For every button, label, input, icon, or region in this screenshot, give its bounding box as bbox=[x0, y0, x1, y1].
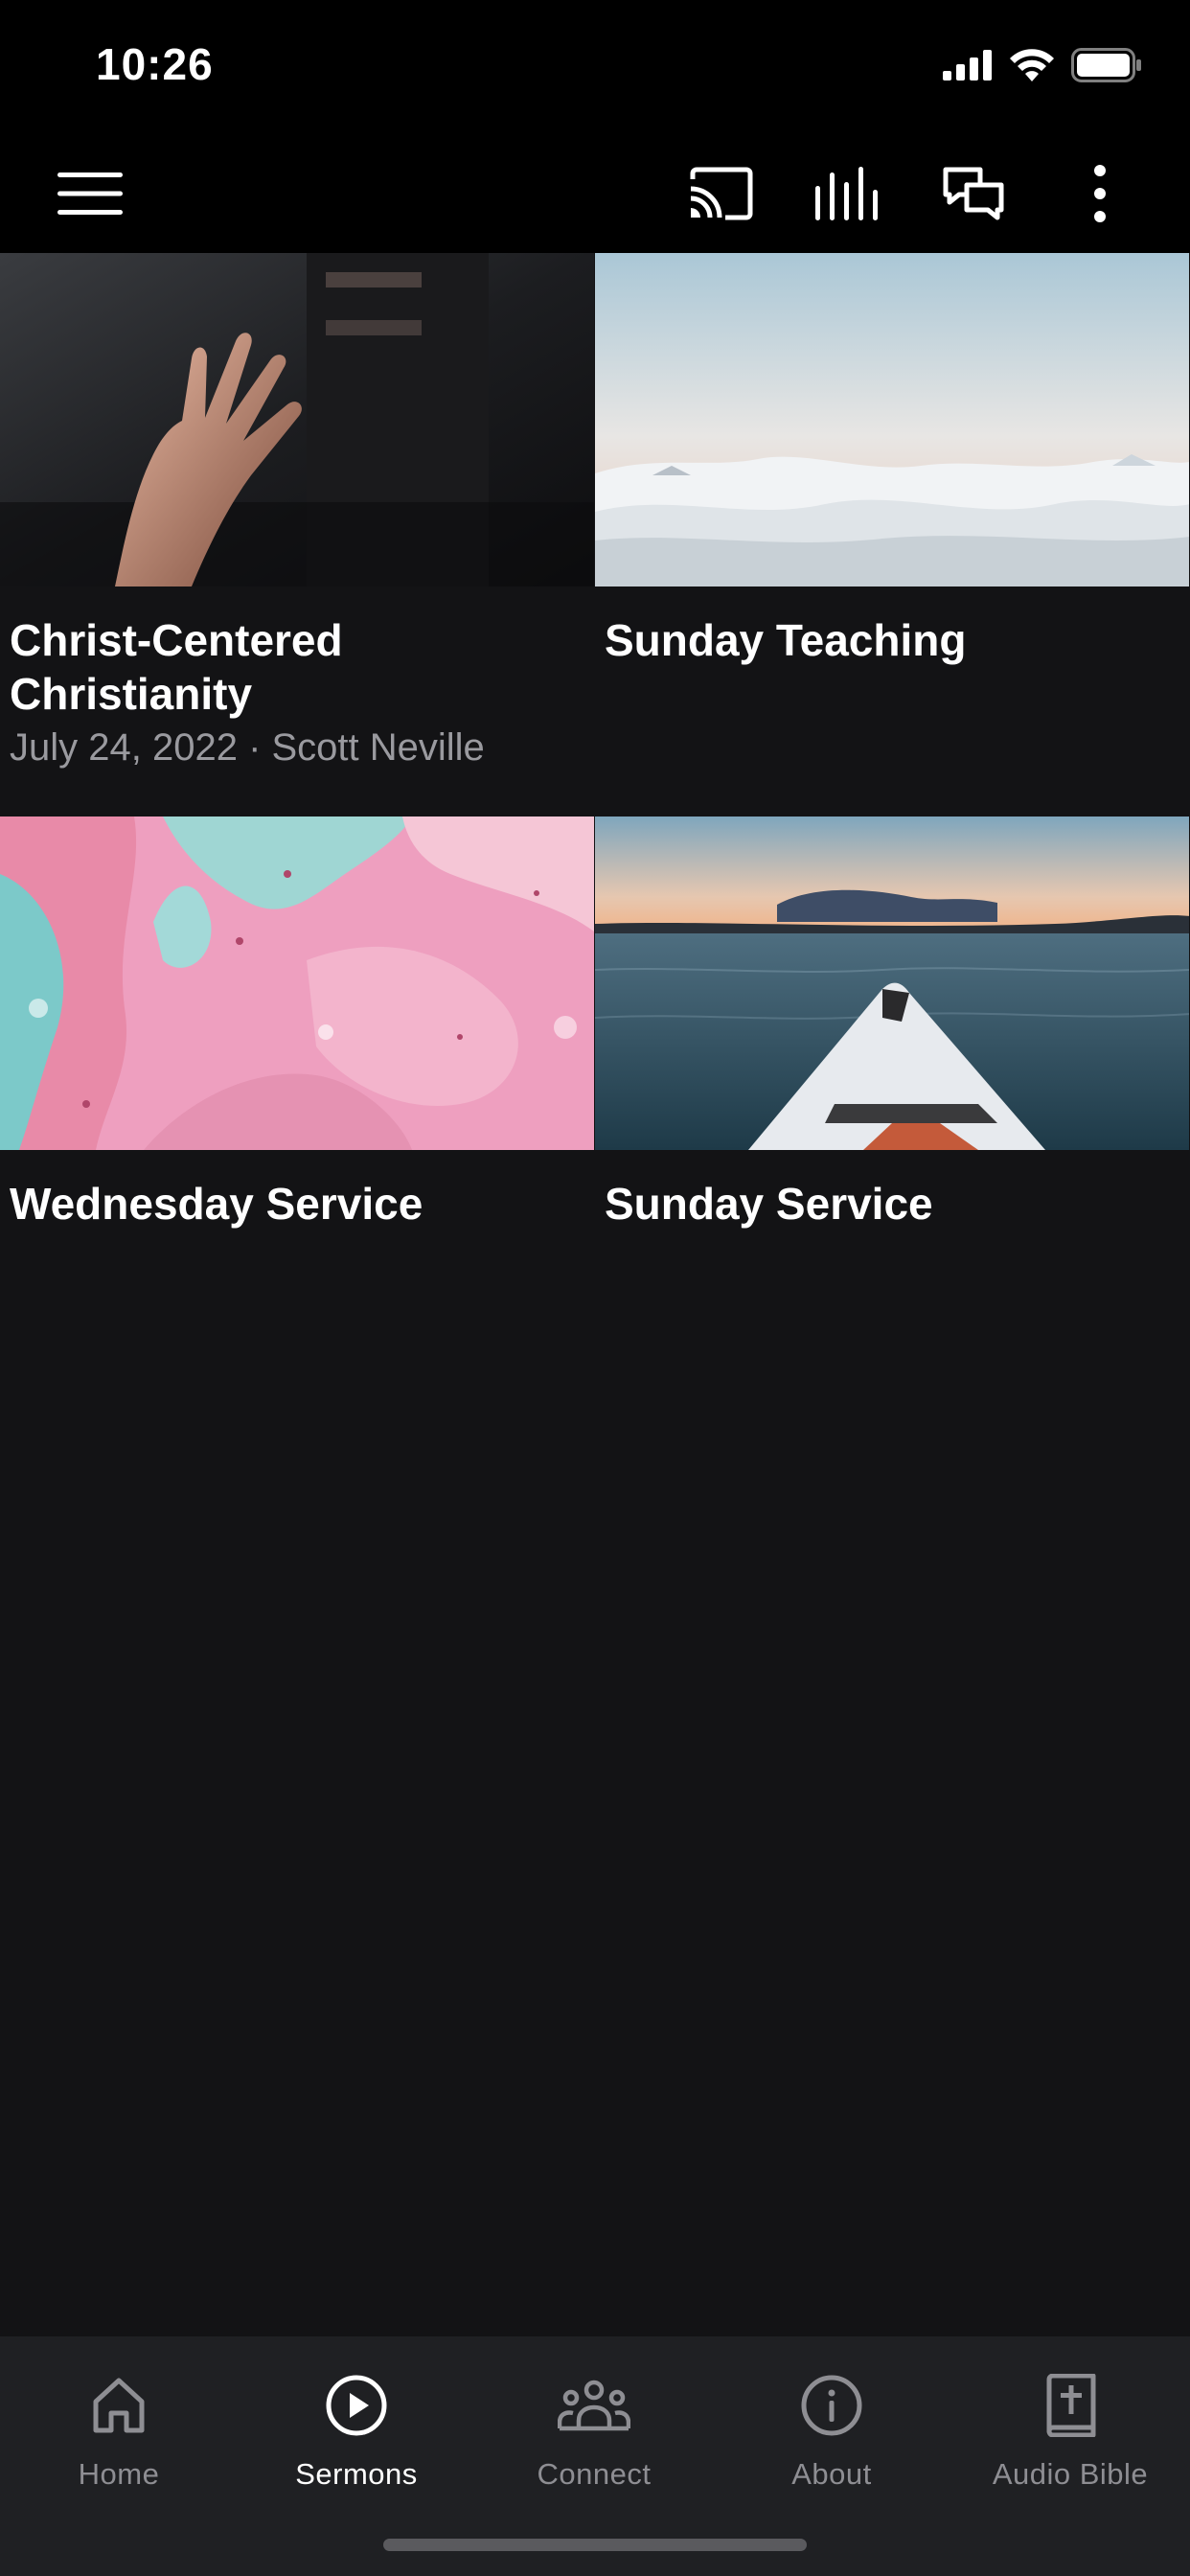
status-icons bbox=[943, 48, 1142, 87]
cellular-signal-icon bbox=[943, 50, 993, 85]
sermon-title: Wednesday Service bbox=[10, 1179, 423, 1229]
home-indicator[interactable] bbox=[383, 2539, 807, 2551]
bible-icon bbox=[1032, 2367, 1109, 2444]
sermon-card[interactable]: Wednesday Service bbox=[0, 816, 594, 1230]
pink-fluid-art-photo bbox=[0, 816, 594, 1150]
sermon-title: Christ-Centered Christianity bbox=[10, 615, 343, 719]
nav-item-home[interactable]: Home bbox=[0, 2356, 238, 2499]
nav-label: Connect bbox=[537, 2457, 652, 2491]
nav-item-sermons[interactable]: Sermons bbox=[238, 2356, 475, 2499]
clouds-photo bbox=[595, 253, 1189, 586]
people-icon bbox=[556, 2367, 632, 2444]
sermon-card[interactable]: Christ-Centered Christianity July 24, 20… bbox=[0, 253, 594, 774]
battery-icon bbox=[1071, 48, 1142, 87]
nav-item-about[interactable]: About bbox=[713, 2356, 950, 2499]
sermon-card[interactable]: Sunday Teaching bbox=[595, 253, 1189, 667]
play-circle-icon bbox=[318, 2367, 395, 2444]
open-hand-photo bbox=[0, 253, 594, 586]
wifi-icon bbox=[1010, 49, 1054, 86]
nav-label: Home bbox=[78, 2457, 160, 2491]
sermon-title: Sunday Service bbox=[605, 1179, 933, 1229]
sermons-screen: 10:26 Christ-Centered Christianity July … bbox=[0, 0, 1190, 2576]
chat-icon[interactable] bbox=[935, 155, 1012, 232]
status-time: 10:26 bbox=[96, 39, 214, 89]
app-bar bbox=[0, 134, 1190, 253]
cast-icon[interactable] bbox=[682, 155, 759, 232]
nav-label: Sermons bbox=[295, 2457, 418, 2491]
home-icon bbox=[80, 2367, 157, 2444]
more-vertical-icon[interactable] bbox=[1062, 155, 1138, 232]
status-bar: 10:26 bbox=[0, 0, 1190, 134]
nav-label: About bbox=[791, 2457, 872, 2491]
nav-item-audio-bible[interactable]: Audio Bible bbox=[950, 2356, 1190, 2499]
hamburger-menu-icon[interactable] bbox=[52, 155, 128, 232]
nav-item-connect[interactable]: Connect bbox=[475, 2356, 713, 2499]
nav-label: Audio Bible bbox=[992, 2457, 1149, 2491]
kayak-on-lake-photo bbox=[595, 816, 1189, 1150]
sermon-title: Sunday Teaching bbox=[605, 615, 967, 665]
sermon-meta: July 24, 2022 · Scott Neville bbox=[10, 726, 485, 769]
info-icon bbox=[793, 2367, 870, 2444]
sermon-card[interactable]: Sunday Service bbox=[595, 816, 1189, 1230]
equalizer-icon[interactable] bbox=[809, 155, 885, 232]
